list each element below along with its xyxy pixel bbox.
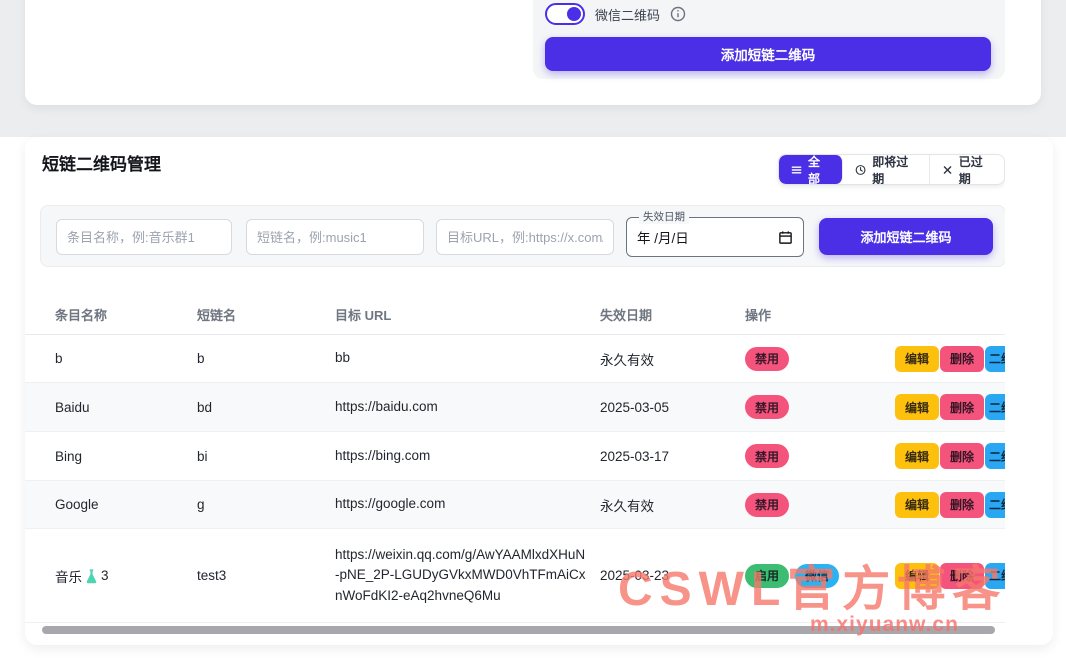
disabled-badge[interactable]: 禁用 — [745, 395, 789, 419]
column-header: 短链名 — [197, 305, 335, 324]
status-cell: 启用微信 — [745, 564, 895, 588]
actions-cell: 编辑删除二维码 — [895, 563, 1005, 589]
delete-button[interactable]: 删除 — [940, 492, 984, 518]
short-link-name: test3 — [197, 568, 335, 583]
target-url: https://baidu.com — [335, 397, 600, 417]
entry-name-input[interactable] — [56, 219, 232, 255]
entry-name: Bing — [55, 449, 197, 464]
delete-button[interactable]: 删除 — [940, 443, 984, 469]
expiry-date-input[interactable]: 失效日期 年 /月/日 — [626, 217, 804, 257]
table-row: Baidu bd https://baidu.com 2025-03-05 禁用… — [25, 383, 1005, 432]
column-header: 条目名称 — [55, 305, 197, 324]
disabled-badge[interactable]: 禁用 — [745, 444, 789, 468]
list-icon — [791, 164, 802, 176]
edit-button[interactable]: 编辑 — [895, 394, 939, 420]
tab-all[interactable]: 全部 — [779, 155, 843, 184]
expiry-date: 2025-03-05 — [600, 400, 745, 415]
expiry-date-label: 失效日期 — [639, 210, 689, 224]
disabled-badge[interactable]: 禁用 — [745, 493, 789, 517]
actions-cell: 编辑删除二维码 — [895, 492, 1005, 518]
expiry-date: 2025-03-23 — [600, 568, 745, 583]
target-url: https://weixin.qq.com/g/AwYAAMlxdXHuN-pN… — [335, 545, 600, 606]
qrcode-button[interactable]: 二维码 — [985, 443, 1005, 469]
enabled-badge[interactable]: 启用 — [745, 564, 789, 588]
close-icon — [942, 164, 953, 176]
target-url: bb — [335, 348, 600, 368]
disabled-badge[interactable]: 禁用 — [745, 347, 789, 371]
entry-name: 音乐3 — [55, 566, 197, 586]
qrcode-button[interactable]: 二维码 — [985, 492, 1005, 518]
status-cell: 禁用 — [745, 493, 895, 517]
status-cell: 禁用 — [745, 347, 895, 371]
calendar-icon[interactable] — [778, 230, 793, 245]
actions-cell: 编辑删除二维码 — [895, 394, 1005, 420]
delete-button[interactable]: 删除 — [940, 563, 984, 589]
actions-cell: 编辑删除二维码 — [895, 443, 1005, 469]
entry-name: Baidu — [55, 400, 197, 415]
filter-tabs: 全部 即将过期 已过期 — [778, 154, 1005, 185]
entry-name: b — [55, 351, 197, 366]
page-title: 短链二维码管理 — [42, 150, 161, 175]
tab-expiring-soon-label: 即将过期 — [872, 154, 916, 185]
expiry-date: 2025-03-17 — [600, 449, 745, 464]
target-url-input[interactable] — [436, 219, 614, 255]
qrcode-manager-card: 短链二维码管理 全部 即将过期 已过期 — [25, 137, 1053, 645]
column-header: 操作 — [745, 305, 895, 324]
add-qrcode-card: 微信二维码 添加短链二维码 — [25, 0, 1041, 105]
horizontal-scrollbar[interactable] — [42, 626, 995, 634]
tab-all-label: 全部 — [808, 154, 830, 185]
status-cell: 禁用 — [745, 444, 895, 468]
expiry-date: 永久有效 — [600, 495, 745, 515]
clock-icon — [855, 164, 866, 176]
qrcode-button[interactable]: 二维码 — [985, 394, 1005, 420]
add-qrcode-form-panel: 微信二维码 添加短链二维码 — [533, 0, 1005, 79]
entry-name: Google — [55, 497, 197, 512]
wechat-qrcode-toggle-label: 微信二维码 — [595, 5, 660, 24]
add-short-link-qrcode-button[interactable]: 添加短链二维码 — [545, 37, 991, 71]
column-header: 目标 URL — [335, 305, 600, 324]
table-header-row: 条目名称短链名目标 URL失效日期操作 — [25, 295, 1005, 335]
qrcode-table: 条目名称短链名目标 URL失效日期操作 b b bb 永久有效 禁用 编辑删除二… — [25, 295, 1005, 623]
qrcode-button[interactable]: 二维码 — [985, 563, 1005, 589]
wechat-badge: 微信 — [795, 564, 839, 588]
toggle-knob — [567, 7, 581, 21]
edit-button[interactable]: 编辑 — [895, 346, 939, 372]
flask-icon — [84, 568, 99, 584]
short-link-name-input[interactable] — [246, 219, 424, 255]
expiry-date-value: 年 /月/日 — [637, 227, 778, 247]
delete-button[interactable]: 删除 — [940, 394, 984, 420]
tab-expiring-soon[interactable]: 即将过期 — [843, 155, 930, 184]
table-row: Bing bi https://bing.com 2025-03-17 禁用 编… — [25, 432, 1005, 481]
qrcode-button[interactable]: 二维码 — [985, 346, 1005, 372]
info-icon[interactable] — [670, 6, 686, 22]
edit-button[interactable]: 编辑 — [895, 563, 939, 589]
expiry-date: 永久有效 — [600, 349, 745, 369]
tab-expired-label: 已过期 — [959, 154, 992, 185]
table-row: 音乐3 test3 https://weixin.qq.com/g/AwYAAM… — [25, 529, 1005, 623]
short-link-name: bi — [197, 449, 335, 464]
short-link-name: b — [197, 351, 335, 366]
filter-panel: 失效日期 年 /月/日 添加短链二维码 — [40, 205, 1005, 267]
target-url: https://bing.com — [335, 446, 600, 466]
status-cell: 禁用 — [745, 395, 895, 419]
target-url: https://google.com — [335, 494, 600, 514]
edit-button[interactable]: 编辑 — [895, 492, 939, 518]
short-link-name: bd — [197, 400, 335, 415]
actions-cell: 编辑删除二维码 — [895, 346, 1005, 372]
tab-expired[interactable]: 已过期 — [930, 155, 1004, 184]
wechat-qrcode-toggle[interactable] — [545, 3, 585, 25]
short-link-name: g — [197, 497, 335, 512]
column-header: 失效日期 — [600, 305, 745, 324]
table-row: Google g https://google.com 永久有效 禁用 编辑删除… — [25, 481, 1005, 529]
table-row: b b bb 永久有效 禁用 编辑删除二维码 — [25, 335, 1005, 383]
add-short-link-qrcode-button-secondary[interactable]: 添加短链二维码 — [819, 218, 993, 255]
delete-button[interactable]: 删除 — [940, 346, 984, 372]
edit-button[interactable]: 编辑 — [895, 443, 939, 469]
